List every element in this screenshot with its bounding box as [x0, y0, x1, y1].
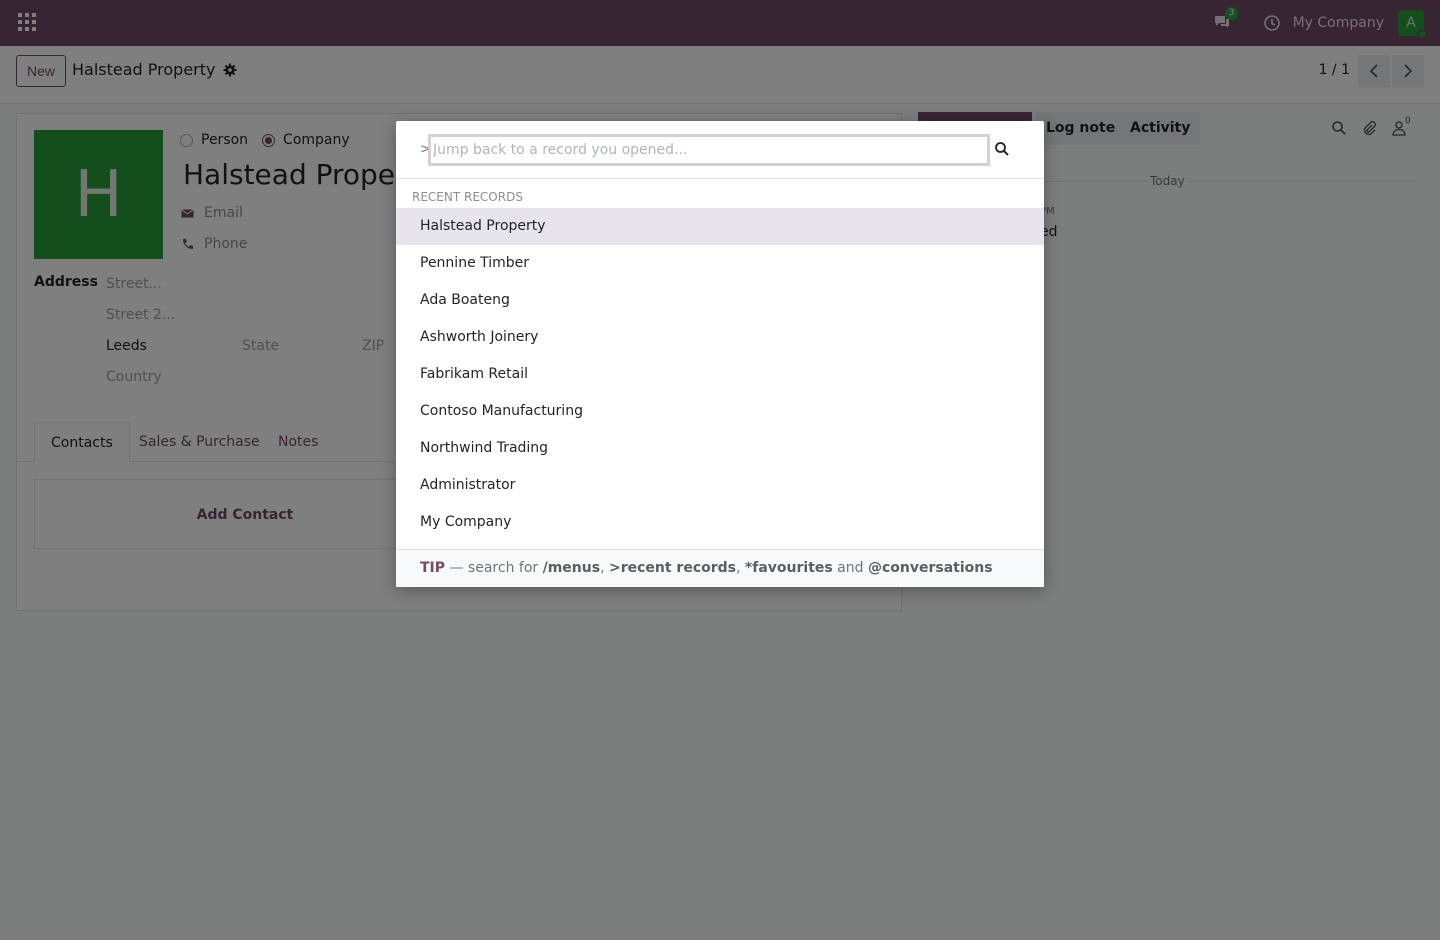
command-palette-tip: TIP — search for /menus, >recent records…: [396, 549, 1044, 587]
tip-menus: /menus: [542, 560, 601, 576]
tip-recent-records: >recent records: [608, 560, 737, 576]
tip-conversations: @conversations: [867, 560, 993, 576]
tip-separator: ,: [600, 560, 609, 576]
recent-records-heading: RECENT RECORDS: [412, 190, 523, 204]
command-result-item[interactable]: Fabrikam Retail: [396, 356, 1044, 393]
command-result-item[interactable]: Pennine Timber: [396, 245, 1044, 282]
command-result-item[interactable]: Ashworth Joinery: [396, 319, 1044, 356]
command-results-list: Halstead Property Pennine Timber Ada Boa…: [396, 208, 1044, 541]
tip-label: TIP: [420, 560, 446, 576]
tip-separator: ,: [736, 560, 745, 576]
command-search-input[interactable]: [428, 134, 990, 166]
tip-text: — search for: [445, 560, 543, 576]
tip-and: and: [832, 560, 868, 576]
command-result-item[interactable]: Halstead Property: [396, 208, 1044, 245]
command-result-item[interactable]: Northwind Trading: [396, 430, 1044, 467]
command-palette: > RECENT RECORDS Halstead Property Penni…: [396, 121, 1044, 587]
command-result-item[interactable]: Ada Boateng: [396, 282, 1044, 319]
search-icon[interactable]: [994, 141, 1010, 157]
tip-favourites: *favourites: [744, 560, 833, 576]
command-result-item[interactable]: Administrator: [396, 467, 1044, 504]
command-result-item[interactable]: My Company: [396, 504, 1044, 541]
command-result-item[interactable]: Contoso Manufacturing: [396, 393, 1044, 430]
command-palette-header: >: [396, 121, 1044, 179]
